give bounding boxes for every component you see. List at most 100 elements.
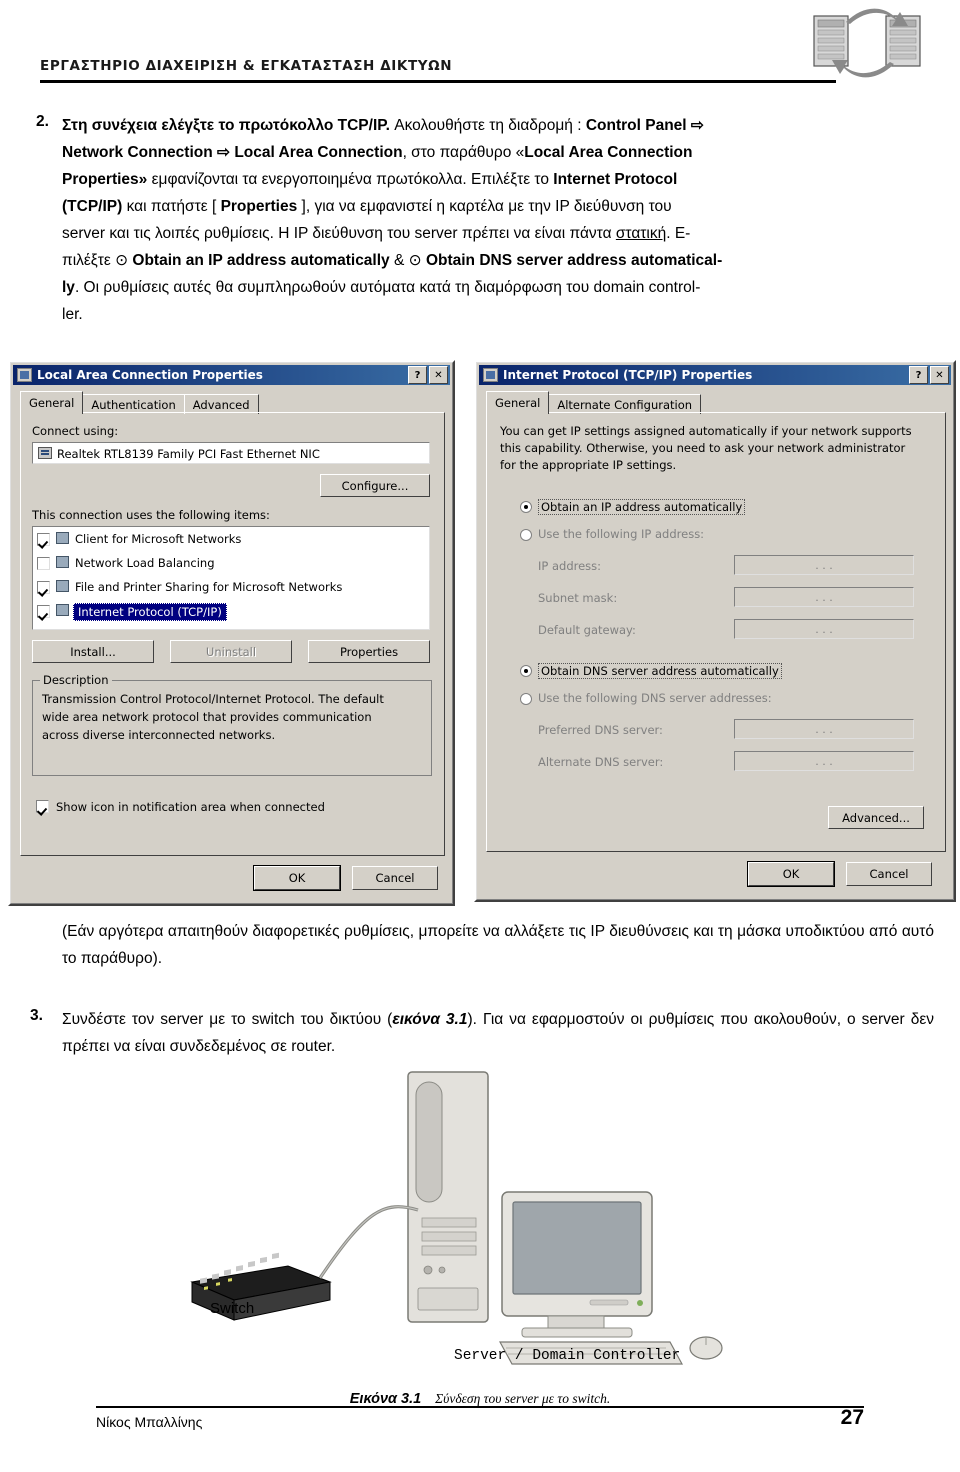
items-label: This connection uses the following items… (32, 508, 270, 522)
figure-caption-number: Εικόνα 3.1 (349, 1391, 422, 1407)
radio-use-following-ip-label[interactable]: Use the following IP address: (538, 527, 704, 541)
checkbox-nlb[interactable] (37, 557, 50, 570)
default-gateway-value: . . . (815, 622, 833, 636)
radio-obtain-dns-auto[interactable] (520, 665, 532, 677)
properties-button[interactable]: Properties (308, 640, 430, 663)
figure-illustration (190, 1071, 723, 1365)
configure-button[interactable]: Configure... (320, 474, 430, 497)
step2-line5c: στατική (615, 225, 667, 242)
header-rule (40, 80, 836, 83)
radio-obtain-ip-auto[interactable] (520, 501, 532, 513)
checkbox-tcpip[interactable] (37, 605, 50, 618)
install-button[interactable]: Install... (32, 640, 154, 663)
tcpip-title-buttons[interactable]: ? ✕ (909, 366, 951, 384)
network-servers-icon (813, 8, 921, 78)
step2-number: 2. (36, 113, 49, 130)
tab-alternate-configuration[interactable]: Alternate Configuration (548, 394, 702, 414)
step2-line4b: και πατήστε [ (122, 198, 221, 215)
tcpip-properties-dialog[interactable]: Internet Protocol (TCP/IP) Properties ? … (474, 360, 956, 902)
arrow-icon: ⇨ (690, 117, 704, 134)
tab-general[interactable]: General (486, 391, 550, 414)
help-icon[interactable]: ? (408, 366, 427, 384)
tab-advanced[interactable]: Advanced (183, 394, 259, 414)
radio-use-following-dns-label[interactable]: Use the following DNS server addresses: (538, 691, 772, 705)
ip-address-field[interactable]: . . . (734, 555, 914, 575)
lac-title-buttons[interactable]: ? ✕ (408, 366, 450, 384)
close-icon[interactable]: ✕ (429, 366, 448, 384)
step2-line7a: ly (62, 279, 75, 296)
lac-ok-button[interactable]: OK (254, 866, 340, 890)
step2-line1b: Ακολουθήστε τη διαδρομή : (389, 117, 586, 134)
subnet-mask-field[interactable]: . . . (734, 587, 914, 607)
radio-obtain-dns-auto-label[interactable]: Obtain DNS server address automatically (538, 663, 782, 679)
tcpip-cancel-button[interactable]: Cancel (846, 862, 932, 886)
step2-line1c: Control Panel (585, 117, 687, 134)
switch-label: Switch (210, 1300, 255, 1317)
alternate-dns-field[interactable]: . . . (734, 751, 914, 771)
tab-general[interactable]: General (20, 391, 84, 414)
component-label-selected[interactable]: Internet Protocol (TCP/IP) (73, 603, 227, 621)
checkbox-show-icon[interactable] (36, 800, 49, 813)
alternate-dns-value: . . . (815, 754, 833, 768)
lac-cancel-button[interactable]: Cancel (352, 866, 438, 890)
lac-title-text: Local Area Connection Properties (37, 368, 263, 382)
step2-line7b: . Οι ρυθμίσεις αυτές θα συμπληρωθούν αυτ… (74, 279, 701, 296)
lac-tabstrip[interactable]: General Authentication Advanced (20, 391, 259, 414)
lac-titlebar[interactable]: Local Area Connection Properties ? ✕ (13, 365, 450, 385)
step2-line3b: εμφανίζονται τα ενεργοποιημένα πρωτόκολλ… (147, 171, 554, 188)
show-icon-label: Show icon in notification area when conn… (56, 800, 325, 814)
radio-glyph-1: ⊙ (115, 252, 129, 269)
step2-line5a: server και τις λοιπές ρυθμίσεις. (62, 225, 274, 242)
note-line1: (Εάν αργότερα απαιτηθούν διαφορετικές ρυ… (62, 923, 689, 940)
description-line2: wide area network protocol that provides… (42, 710, 372, 724)
help-icon[interactable]: ? (909, 366, 928, 384)
subnet-mask-value: . . . (815, 590, 833, 604)
radio-use-following-dns[interactable] (520, 693, 532, 705)
component-label: Client for Microsoft Networks (75, 532, 242, 546)
component-icon (56, 532, 69, 544)
default-gateway-field[interactable]: . . . (734, 619, 914, 639)
step2-line6b: Obtain an IP address automatically (132, 252, 390, 269)
step2-line5d: . Ε- (666, 225, 691, 242)
step2-line2c: , στο παράθυρο « (402, 144, 525, 161)
advanced-button[interactable]: Advanced... (828, 806, 924, 829)
step3-paragraph: Συνδέστε τον server με το switch του δικ… (62, 1006, 934, 1060)
checkbox-file-printer[interactable] (37, 581, 50, 594)
component-icon (56, 556, 69, 568)
footer-page-number: 27 (840, 1406, 864, 1429)
checkbox-client-ms[interactable] (37, 533, 50, 546)
step2-line8a: ler. (62, 306, 83, 323)
radio-obtain-ip-auto-label[interactable]: Obtain an IP address automatically (538, 499, 746, 515)
close-icon[interactable]: ✕ (930, 366, 949, 384)
arrow-icon-2: ⇨ (217, 144, 231, 161)
tcpip-titlebar[interactable]: Internet Protocol (TCP/IP) Properties ? … (479, 365, 951, 385)
step3-line1c: ). Για να εφαρμοστούν οι ρυθμίσεις (467, 1011, 715, 1028)
subnet-mask-label: Subnet mask: (538, 591, 618, 605)
step2-line2b: Local Area Connection (234, 144, 403, 161)
description-label: Description (40, 673, 112, 687)
document-page: ΕΡΓΑΣΤΗΡΙΟ ΔΙΑΧΕΙΡΙΣΗ & ΕΓΚΑΤΑΣΤΑΣΗ ΔΙΚΤ… (0, 0, 960, 1472)
step2-line4d: ], για να εμφανιστεί η καρτέλα με την IP… (297, 198, 672, 215)
nic-icon (38, 447, 52, 459)
adapter-name: Realtek RTL8139 Family PCI Fast Ethernet… (57, 447, 320, 461)
preferred-dns-field[interactable]: . . . (734, 719, 914, 739)
protocol-icon (483, 368, 498, 382)
tcpip-ok-button[interactable]: OK (748, 862, 834, 886)
step2-line1a: Στη συνέχεια ελέγξτε το πρωτόκολλο TCP/I… (62, 117, 390, 134)
preferred-dns-value: . . . (815, 722, 833, 736)
ip-address-label: IP address: (538, 559, 602, 573)
step2-line3a: Properties» (62, 171, 148, 188)
radio-use-following-ip[interactable] (520, 529, 532, 541)
lab-title: ΕΡΓΑΣΤΗΡΙΟ ΔΙΑΧΕΙΡΙΣΗ & ΕΓΚΑΤΑΣΤΑΣΗ ΔΙΚΤ… (40, 58, 453, 74)
intro-line1: You can get IP settings assigned automat… (500, 424, 912, 438)
network-icon (17, 368, 32, 382)
tab-authentication[interactable]: Authentication (82, 394, 185, 414)
footer-rule (96, 1406, 864, 1408)
tcpip-tabstrip[interactable]: General Alternate Configuration (486, 391, 702, 414)
uninstall-button: Uninstall (170, 640, 292, 663)
components-list[interactable]: Client for Microsoft Networks Network Lo… (32, 526, 430, 630)
footer-author: Νίκος Μπαλλίνης (96, 1414, 203, 1430)
adapter-field[interactable]: Realtek RTL8139 Family PCI Fast Ethernet… (32, 442, 430, 464)
intro-line2: this capability. Otherwise, you need to … (500, 441, 906, 455)
local-area-connection-properties-dialog[interactable]: Local Area Connection Properties ? ✕ Gen… (8, 360, 455, 906)
